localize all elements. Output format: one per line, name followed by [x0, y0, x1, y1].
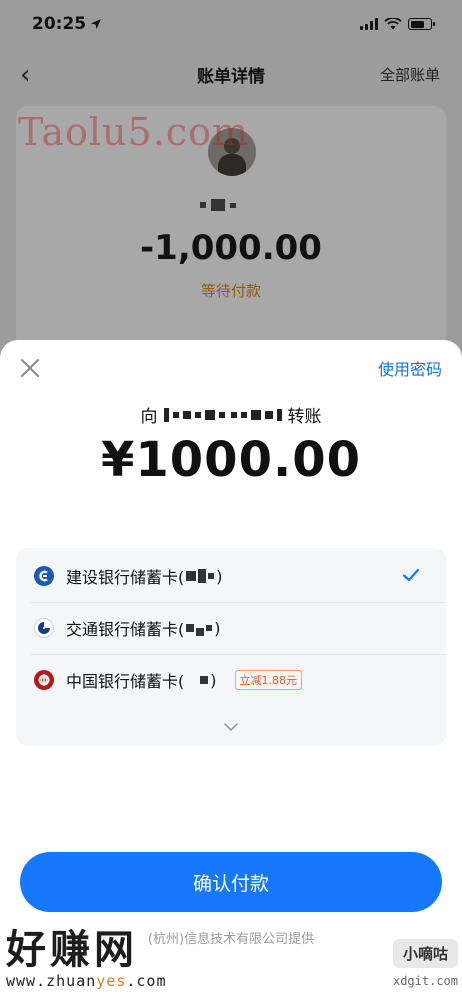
watermark-logo: 好赚网 www.zhuanyes.com	[6, 928, 167, 990]
payee-suffix: 转账	[287, 407, 322, 427]
back-icon[interactable]: ‹	[20, 60, 30, 90]
bank-name: 中国银行储蓄卡(	[66, 672, 185, 691]
payee-account-masked	[230, 408, 282, 421]
bank-tail: )	[210, 670, 217, 690]
confirm-payment-button[interactable]: 确认付款	[20, 852, 442, 912]
status-time: 20:25	[32, 14, 102, 34]
close-icon[interactable]	[18, 356, 42, 380]
promo-badge: 立减1.88元	[234, 670, 302, 690]
payment-method-list: 建设银行储蓄卡( ) 交通银行储蓄卡( ) 中国银行储蓄卡( ) 立减1.88元	[16, 548, 446, 746]
card-number-masked	[186, 569, 215, 583]
chevron-down-icon[interactable]	[222, 718, 240, 736]
watermark-right-text: 小嘀咕	[392, 939, 458, 968]
bank-name: 建设银行储蓄卡(	[66, 568, 185, 587]
card-number-masked	[186, 676, 209, 684]
transfer-amount: ¥1000.00	[100, 432, 362, 488]
signal-icon	[360, 18, 378, 30]
status-icons	[360, 18, 435, 30]
bill-status: 等待付款	[200, 282, 261, 300]
payee-prefix: 向	[140, 407, 158, 427]
check-icon	[402, 568, 420, 582]
bank-name: 交通银行储蓄卡(	[66, 620, 185, 639]
nav-bar: ‹ 账单详情 全部账单	[0, 52, 462, 96]
boc-icon	[34, 670, 54, 690]
use-password-link[interactable]: 使用密码	[378, 356, 442, 380]
watermark-url: www.zhuanyes.com	[6, 972, 167, 990]
wifi-icon	[384, 18, 402, 30]
payment-option-ccb[interactable]: 建设银行储蓄卡( )	[16, 550, 446, 602]
bank-tail: )	[214, 618, 221, 638]
watermark-logo-text: 好赚网	[6, 927, 138, 973]
payee-name-masked	[200, 198, 240, 212]
payee-row: 向 转账	[0, 402, 462, 427]
payment-option-boc[interactable]: 中国银行储蓄卡( ) 立减1.88元	[16, 654, 446, 706]
payment-sheet: 使用密码 向 转账 ¥1000.00 建设银行储蓄卡( ) 交通银行储蓄卡()…	[0, 340, 462, 1000]
payment-option-bocom[interactable]: 交通银行储蓄卡( )	[16, 602, 446, 654]
all-bills-link[interactable]: 全部账单	[380, 64, 440, 85]
battery-icon	[408, 18, 435, 30]
card-number-masked	[186, 620, 213, 636]
location-arrow-icon	[91, 19, 102, 29]
bill-amount: -1,000.00	[140, 228, 322, 268]
watermark-text: Taolu5.com	[18, 110, 250, 154]
ccb-icon	[34, 566, 54, 586]
payee-name-masked	[163, 407, 225, 422]
expand-more[interactable]	[16, 718, 446, 740]
bank-tail: )	[216, 566, 223, 586]
page-title: 账单详情	[197, 66, 265, 87]
watermark-logo-right: 小嘀咕 xdgit.com	[392, 939, 458, 988]
status-bar: 20:25	[0, 0, 462, 48]
watermark-right-url: xdgit.com	[392, 974, 458, 988]
bocom-icon	[34, 618, 54, 638]
